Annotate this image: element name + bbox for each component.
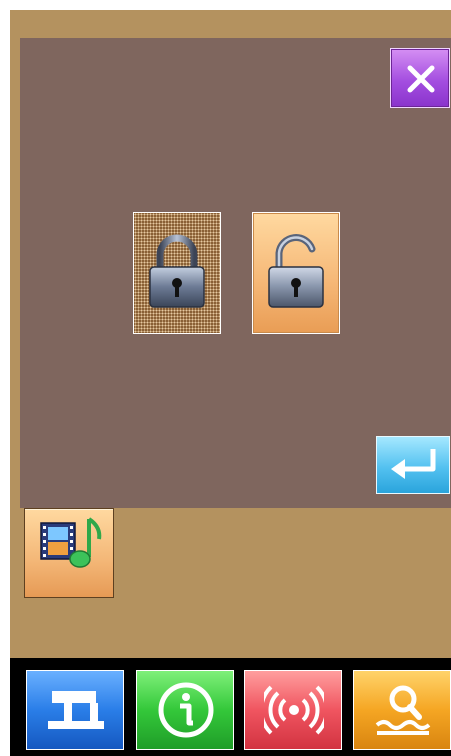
sewing-machine-icon bbox=[48, 691, 104, 729]
close-icon bbox=[407, 65, 435, 93]
lock-open-icon bbox=[268, 234, 324, 308]
bottom-nav-bar bbox=[10, 658, 451, 756]
lock-button[interactable] bbox=[133, 212, 221, 334]
close-button[interactable] bbox=[390, 48, 450, 108]
unlock-button[interactable] bbox=[252, 212, 340, 334]
enter-return-icon bbox=[391, 449, 436, 479]
film-music-icon bbox=[40, 517, 102, 568]
lock-closed-icon bbox=[149, 234, 205, 308]
nav-search-button[interactable] bbox=[353, 670, 451, 750]
search-icon bbox=[375, 685, 431, 735]
info-icon bbox=[158, 682, 214, 738]
main-screen bbox=[10, 10, 451, 756]
lock-dialog bbox=[20, 38, 451, 508]
wireless-signal-icon bbox=[264, 685, 324, 735]
enter-button[interactable] bbox=[376, 436, 450, 494]
nav-info-button[interactable] bbox=[136, 670, 234, 750]
nav-communication-button[interactable] bbox=[244, 670, 342, 750]
nav-sewing-button[interactable] bbox=[26, 670, 124, 750]
media-button[interactable] bbox=[24, 508, 114, 598]
